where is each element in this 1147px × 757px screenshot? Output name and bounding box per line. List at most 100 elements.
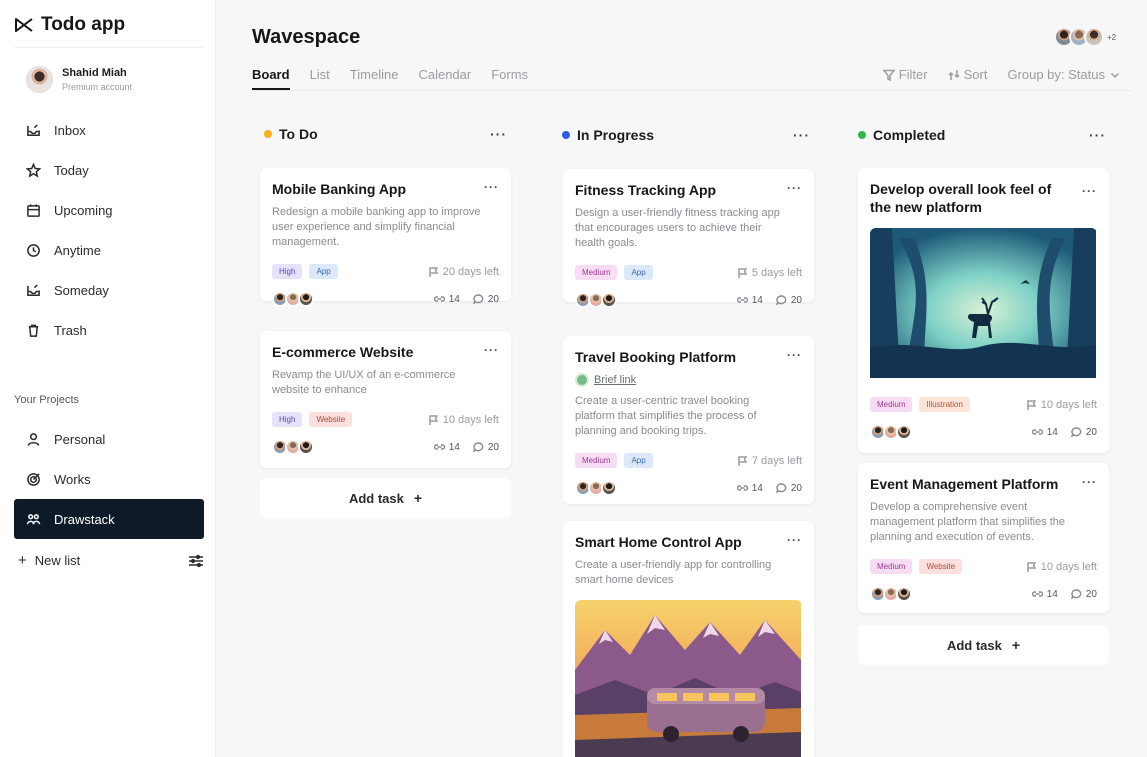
nav-item-someday[interactable]: Someday bbox=[14, 270, 204, 310]
sort-button[interactable]: Sort bbox=[948, 67, 988, 82]
project-item-drawstack[interactable]: Drawstack bbox=[14, 499, 204, 539]
group-by-dropdown[interactable]: Group by: Status bbox=[1007, 67, 1121, 82]
page-title: Wavespace bbox=[252, 26, 361, 48]
project-item-personal[interactable]: Personal bbox=[14, 419, 204, 459]
comment-icon bbox=[1070, 589, 1082, 599]
task-card[interactable]: Fitness Tracking App ··· Design a user-f… bbox=[563, 169, 814, 308]
star-icon bbox=[26, 162, 41, 178]
column-title: To Do bbox=[279, 126, 318, 142]
task-card[interactable]: Event Management Platform ··· Develop a … bbox=[858, 463, 1109, 613]
app-brand[interactable]: Todo app bbox=[14, 14, 125, 36]
links-count: 14 bbox=[1031, 427, 1058, 438]
column-header: To Do ··· bbox=[260, 118, 511, 150]
link-icon bbox=[433, 444, 445, 450]
priority-tag: High bbox=[272, 412, 303, 427]
more-icon[interactable]: ··· bbox=[787, 348, 802, 362]
more-icon[interactable]: ··· bbox=[490, 126, 507, 142]
new-list-row: + New list bbox=[18, 552, 204, 569]
group-by-label: Group by: Status bbox=[1007, 67, 1105, 82]
links-value: 14 bbox=[1046, 588, 1058, 600]
filter-button[interactable]: Filter bbox=[882, 67, 928, 82]
board-toolbar: Filter Sort Group by: Status bbox=[882, 67, 1121, 82]
task-card[interactable]: E-commerce Website ··· Revamp the UI/UX … bbox=[260, 331, 511, 468]
link-icon bbox=[433, 296, 445, 302]
view-tabs: Board List Timeline Calendar Forms bbox=[252, 67, 528, 90]
tab-board[interactable]: Board bbox=[252, 67, 290, 90]
add-task-button[interactable]: Add task + bbox=[858, 625, 1109, 665]
nav-item-trash[interactable]: Trash bbox=[14, 310, 204, 350]
due-date: 20 days left bbox=[428, 266, 499, 278]
sort-label: Sort bbox=[963, 67, 988, 82]
brief-link[interactable]: Brief link bbox=[575, 373, 802, 387]
app-name: Todo app bbox=[41, 14, 126, 35]
projects-list: Personal Works Drawstack bbox=[14, 419, 204, 539]
more-icon[interactable]: ··· bbox=[1082, 184, 1097, 198]
more-icon[interactable]: ··· bbox=[1082, 475, 1097, 489]
more-icon[interactable]: ··· bbox=[484, 180, 499, 194]
more-icon[interactable]: ··· bbox=[787, 181, 802, 195]
project-label: Personal bbox=[54, 431, 106, 447]
task-card[interactable]: Mobile Banking App ··· Redesign a mobile… bbox=[260, 168, 511, 307]
member-avatars[interactable]: +2 bbox=[1054, 27, 1116, 47]
more-icon[interactable]: ··· bbox=[1089, 127, 1106, 143]
more-icon[interactable]: ··· bbox=[793, 127, 810, 143]
divider bbox=[14, 47, 204, 48]
card-title: E-commerce Website bbox=[272, 344, 414, 360]
due-label: 10 days left bbox=[442, 413, 499, 426]
task-card[interactable]: Travel Booking Platform ··· Brief link C… bbox=[563, 336, 814, 504]
deer-forest-illustration bbox=[870, 228, 1097, 383]
assignee-avatars bbox=[272, 439, 314, 455]
due-date: 10 days left bbox=[428, 413, 499, 426]
sliders-icon[interactable] bbox=[188, 554, 204, 568]
brief-link-label: Brief link bbox=[594, 374, 637, 386]
nav-item-inbox[interactable]: Inbox bbox=[14, 110, 204, 150]
project-item-works[interactable]: Works bbox=[14, 459, 204, 499]
links-value: 14 bbox=[751, 294, 763, 306]
task-card[interactable]: Smart Home Control App ··· Create a user… bbox=[563, 521, 814, 757]
flag-icon bbox=[428, 414, 438, 425]
sort-icon bbox=[948, 69, 960, 80]
nav-item-today[interactable]: Today bbox=[14, 150, 204, 190]
status-dot bbox=[264, 130, 272, 138]
card-title: Event Management Platform bbox=[870, 476, 1059, 492]
tab-forms[interactable]: Forms bbox=[491, 67, 528, 90]
tab-list[interactable]: List bbox=[310, 67, 330, 90]
add-task-button[interactable]: Add task + bbox=[260, 478, 511, 518]
links-count: 14 bbox=[433, 442, 460, 453]
more-icon[interactable]: ··· bbox=[484, 343, 499, 357]
priority-tag: High bbox=[272, 264, 303, 279]
nav-label: Anytime bbox=[54, 242, 101, 258]
add-task-label: Add task bbox=[348, 490, 404, 506]
column-todo: To Do ··· Mobile Banking App ··· Redesig… bbox=[260, 118, 511, 518]
more-icon[interactable]: ··· bbox=[787, 533, 802, 547]
avatar bbox=[601, 292, 617, 308]
avatar bbox=[298, 291, 314, 307]
card-description: Create a user-friendly app for controlli… bbox=[575, 559, 772, 586]
due-date: 7 days left bbox=[738, 455, 802, 467]
card-description: Revamp the UI/UX of an e-commerce websit… bbox=[272, 369, 456, 396]
priority-tag: Medium bbox=[870, 559, 913, 574]
link-icon bbox=[1031, 429, 1043, 435]
user-profile[interactable]: Shahid Miah Premium account bbox=[26, 66, 132, 93]
category-tag: App bbox=[624, 453, 653, 468]
add-task-label: Add task bbox=[946, 637, 1002, 653]
plus-icon: + bbox=[1011, 637, 1021, 653]
nav-item-upcoming[interactable]: Upcoming bbox=[14, 190, 204, 230]
nav-item-anytime[interactable]: Anytime bbox=[14, 230, 204, 270]
tab-calendar[interactable]: Calendar bbox=[418, 67, 471, 90]
task-card[interactable]: Develop overall look feel of the new pla… bbox=[858, 168, 1109, 453]
due-label: 10 days left bbox=[1040, 560, 1097, 573]
tab-timeline[interactable]: Timeline bbox=[350, 67, 399, 90]
avatar bbox=[26, 66, 53, 93]
assignee-avatars bbox=[575, 292, 617, 308]
assignee-avatars bbox=[870, 586, 912, 602]
comments-value: 20 bbox=[790, 482, 802, 494]
comments-count: 20 bbox=[472, 442, 499, 453]
new-list-button[interactable]: + New list bbox=[18, 552, 80, 569]
comment-icon bbox=[472, 442, 484, 452]
link-icon bbox=[575, 373, 589, 387]
card-title: Mobile Banking App bbox=[272, 181, 407, 197]
column-title: In Progress bbox=[577, 127, 655, 143]
inbox-icon bbox=[27, 123, 40, 136]
category-tag: App bbox=[624, 265, 653, 280]
